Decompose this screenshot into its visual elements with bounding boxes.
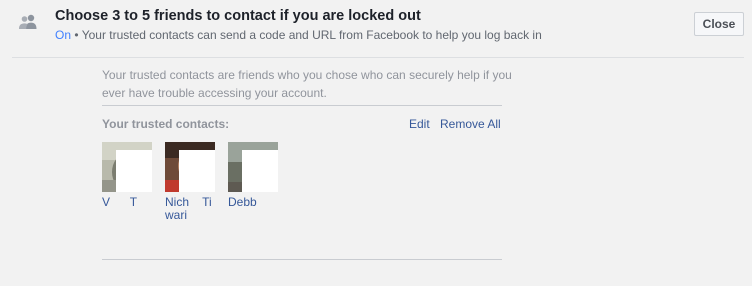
header-divider xyxy=(12,57,744,58)
redaction xyxy=(116,150,152,192)
contact-item[interactable]: V T xyxy=(102,142,152,209)
status-line: On • Your trusted contacts can send a co… xyxy=(55,28,542,42)
page-title: Choose 3 to 5 friends to contact if you … xyxy=(55,8,421,24)
status-on: On xyxy=(55,28,72,42)
trusted-contacts-label: Your trusted contacts: xyxy=(102,117,230,131)
remove-all-link[interactable]: Remove All xyxy=(440,117,501,131)
close-button[interactable]: Close xyxy=(694,12,744,36)
recovery-contacts-header: Choose 3 to 5 friends to contact if you … xyxy=(0,0,752,58)
status-separator: • xyxy=(74,28,79,42)
people-icon xyxy=(19,14,37,29)
avatar[interactable] xyxy=(102,142,152,192)
redaction xyxy=(179,150,215,192)
avatar[interactable] xyxy=(165,142,215,192)
section-divider xyxy=(102,105,502,106)
section-bottom-divider xyxy=(102,259,502,260)
intro-text: Your trusted contacts are friends who yo… xyxy=(102,68,512,100)
status-description: Your trusted contacts can send a code an… xyxy=(81,28,542,42)
contact-name[interactable]: Debb xyxy=(228,196,278,209)
redaction xyxy=(242,150,278,192)
contact-name[interactable]: Nich Tiwari xyxy=(165,196,215,222)
contact-item[interactable]: Nich Tiwari xyxy=(165,142,215,222)
avatar[interactable] xyxy=(228,142,278,192)
contact-item[interactable]: Debb xyxy=(228,142,278,209)
contact-name[interactable]: V T xyxy=(102,196,152,209)
edit-link[interactable]: Edit xyxy=(409,117,430,131)
